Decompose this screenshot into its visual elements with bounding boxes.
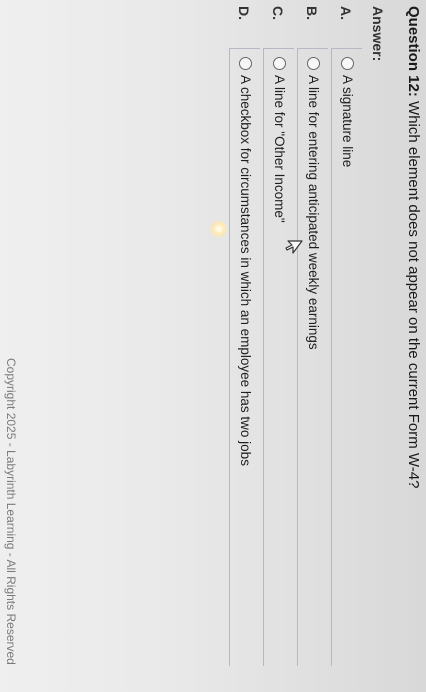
answer-label: Answer: bbox=[370, 6, 386, 62]
option-text: A checkbox for circumstances in which an… bbox=[238, 75, 253, 466]
option-letter: D. bbox=[236, 6, 252, 20]
option-box[interactable]: A checkbox for circumstances in which an… bbox=[229, 48, 260, 666]
radio-unselected-icon[interactable] bbox=[307, 57, 320, 70]
rotated-content: Question 12: Which element does not appe… bbox=[0, 0, 426, 692]
option-d[interactable]: D. A checkbox for circumstances in which… bbox=[226, 6, 260, 666]
radio-unselected-icon[interactable] bbox=[341, 57, 354, 70]
option-c[interactable]: C. A line for "Other Income" bbox=[260, 6, 294, 666]
question-text: Which element does not appear on the cur… bbox=[405, 101, 422, 489]
question-prompt: Question 12: Which element does not appe… bbox=[405, 6, 422, 488]
radio-unselected-icon[interactable] bbox=[273, 57, 286, 70]
option-box[interactable]: A line for entering anticipated weekly e… bbox=[297, 48, 328, 666]
option-box[interactable]: A signature line bbox=[331, 48, 362, 666]
mouse-pointer-icon bbox=[285, 240, 303, 254]
quiz-page: Question 12: Which element does not appe… bbox=[0, 0, 426, 692]
option-text: A line for "Other Income" bbox=[272, 75, 287, 223]
option-a[interactable]: A. A signature line bbox=[328, 6, 362, 666]
option-b[interactable]: B. A line for entering anticipated weekl… bbox=[294, 6, 328, 666]
question-number: Question 12: bbox=[405, 6, 422, 97]
option-text: A signature line bbox=[340, 75, 355, 168]
option-letter: C. bbox=[270, 6, 286, 20]
screen-glare bbox=[210, 220, 228, 238]
option-box[interactable]: A line for "Other Income" bbox=[263, 48, 294, 666]
option-text: A line for entering anticipated weekly e… bbox=[306, 75, 321, 350]
copyright-footer: Copyright 2025 - Labyrinth Learning - Al… bbox=[4, 358, 18, 665]
option-letter: A. bbox=[338, 6, 354, 20]
radio-unselected-icon[interactable] bbox=[239, 57, 252, 70]
option-letter: B. bbox=[304, 6, 320, 20]
